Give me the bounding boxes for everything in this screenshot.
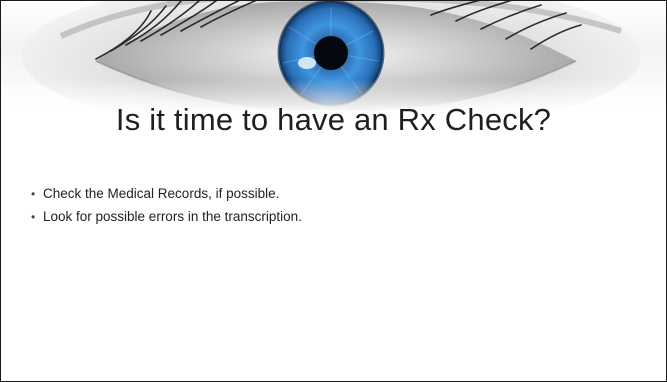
bullet-icon: • (31, 187, 36, 201)
eye-banner-image (1, 1, 666, 113)
bullet-list: • Check the Medical Records, if possible… (31, 186, 302, 232)
slide: Is it time to have an Rx Check? • Check … (0, 0, 667, 382)
list-item: • Check the Medical Records, if possible… (31, 186, 302, 201)
bullet-text: Look for possible errors in the transcri… (43, 209, 302, 224)
slide-title: Is it time to have an Rx Check? (115, 102, 552, 137)
bullet-text: Check the Medical Records, if possible. (43, 186, 280, 201)
list-item: • Look for possible errors in the transc… (31, 209, 302, 224)
bullet-icon: • (31, 210, 36, 224)
eye-closeup-icon (1, 1, 666, 113)
